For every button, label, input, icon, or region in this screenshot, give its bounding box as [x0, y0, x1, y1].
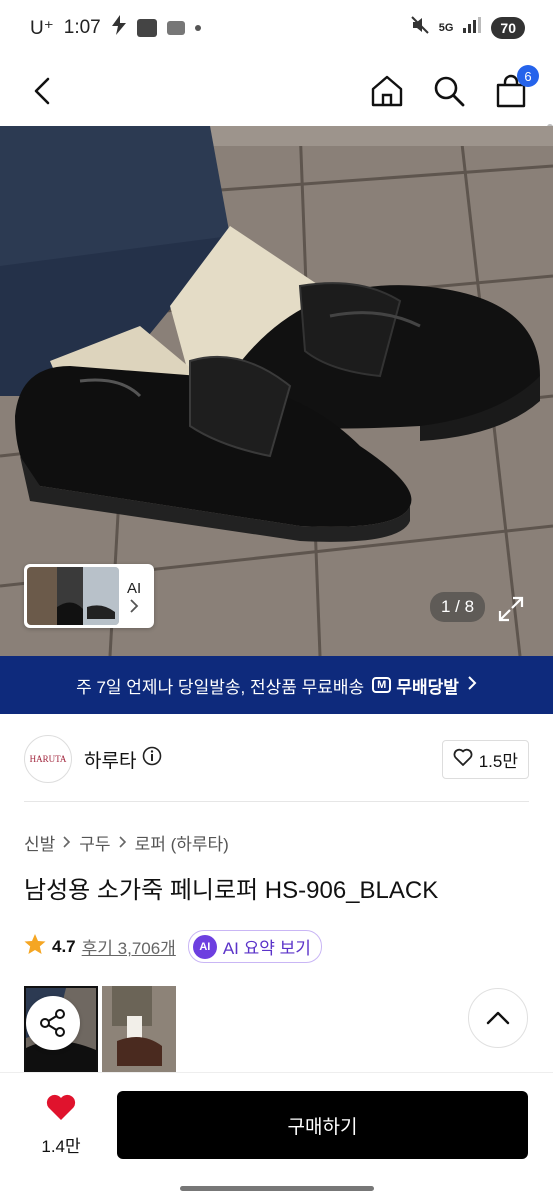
thumbnail-image [27, 567, 119, 625]
thumbnail-ai-label: AI [127, 579, 142, 597]
shop-logo[interactable]: HARUTA [24, 735, 72, 783]
shop-row: HARUTA 하루타 1.5만 [24, 734, 529, 784]
rating-value: 4.7 [52, 936, 76, 956]
ai-badge-icon: AI [192, 934, 217, 959]
shop-like-button[interactable]: 1.5만 [441, 739, 529, 779]
buy-button[interactable]: 구매하기 [117, 1091, 528, 1159]
breadcrumb-item[interactable]: 구두 [79, 830, 110, 855]
app-badge-icon [166, 21, 185, 35]
cart-count-badge: 6 [517, 65, 539, 87]
flash-icon [111, 15, 127, 41]
brand-mark: M [372, 677, 392, 693]
carrier-label: U⁺ [30, 17, 54, 39]
banner-brand: M 무배당발 [372, 673, 459, 698]
wish-count: 1.4만 [41, 1137, 81, 1156]
chevron-right-icon [63, 833, 71, 853]
mute-icon [411, 16, 429, 40]
review-count-link[interactable]: 후기 3,706개 [82, 934, 176, 959]
breadcrumb: 신발 구두 로퍼 (하루타) [24, 830, 229, 855]
info-icon[interactable] [142, 746, 162, 772]
network-5g-icon: 5G [438, 22, 454, 34]
ai-thumbnail-card[interactable]: AI [24, 564, 154, 628]
product-title: 남성용 소가죽 페니로퍼 HS-906_BLACK [24, 877, 439, 904]
expand-icon[interactable] [494, 592, 528, 626]
shop-name-group: 하루타 [84, 746, 162, 773]
rating-row: 4.7 후기 3,706개 AI AI 요약 보기 [24, 930, 322, 963]
chevron-right-icon [467, 675, 477, 696]
back-arrow-icon[interactable] [22, 71, 62, 111]
product-image-gallery[interactable]: AI 1 / 8 [0, 126, 553, 656]
divider [24, 801, 529, 802]
banner-text: 주 7일 언제나 당일발송, 전상품 무료배송 [76, 677, 365, 697]
chevron-right-icon [118, 833, 127, 853]
wishlist-button[interactable]: 1.4만 [28, 1093, 94, 1157]
dot-icon [194, 25, 201, 31]
home-icon[interactable] [367, 71, 407, 111]
shop-like-count: 1.5만 [478, 751, 518, 771]
bottom-action-bar: 1.4만 구매하기 [0, 1072, 553, 1182]
app-badge-icon [136, 19, 157, 37]
gallery-page-counter: 1 / 8 [430, 592, 486, 622]
shop-info[interactable]: HARUTA 하루타 [24, 735, 162, 783]
heart-filled-icon [45, 1093, 77, 1126]
ai-summary-label: AI 요약 보기 [222, 939, 311, 958]
status-bar: U⁺ 1:07 5G 70 [0, 0, 553, 56]
thumbnail-ai-label-group: AI [127, 580, 141, 613]
status-right: 5G 70 [411, 16, 525, 40]
star-icon [24, 933, 46, 960]
chevron-up-icon[interactable] [468, 988, 528, 1048]
product-thumbnail[interactable] [102, 986, 176, 1072]
breadcrumb-item[interactable]: 로퍼 (하루타) [135, 830, 229, 855]
signal-icon [463, 17, 482, 39]
search-icon[interactable] [429, 71, 469, 111]
share-icon[interactable] [26, 996, 80, 1050]
header-actions: 6 [367, 65, 539, 111]
shop-name[interactable]: 하루타 [84, 746, 136, 773]
shopping-bag-icon[interactable]: 6 [491, 65, 539, 111]
ai-summary-button[interactable]: AI AI 요약 보기 [187, 930, 322, 963]
home-indicator[interactable] [180, 1186, 374, 1191]
brand-text: 무배당발 [396, 677, 459, 697]
status-left: U⁺ 1:07 [30, 15, 201, 41]
clock: 1:07 [63, 17, 101, 38]
heart-outline-icon [453, 748, 473, 771]
top-nav: 6 [0, 56, 553, 176]
battery-icon: 70 [491, 17, 525, 39]
chevron-right-icon [129, 598, 139, 613]
breadcrumb-item[interactable]: 신발 [24, 830, 55, 855]
delivery-banner[interactable]: 주 7일 언제나 당일발송, 전상품 무료배송 M 무배당발 [0, 656, 553, 714]
